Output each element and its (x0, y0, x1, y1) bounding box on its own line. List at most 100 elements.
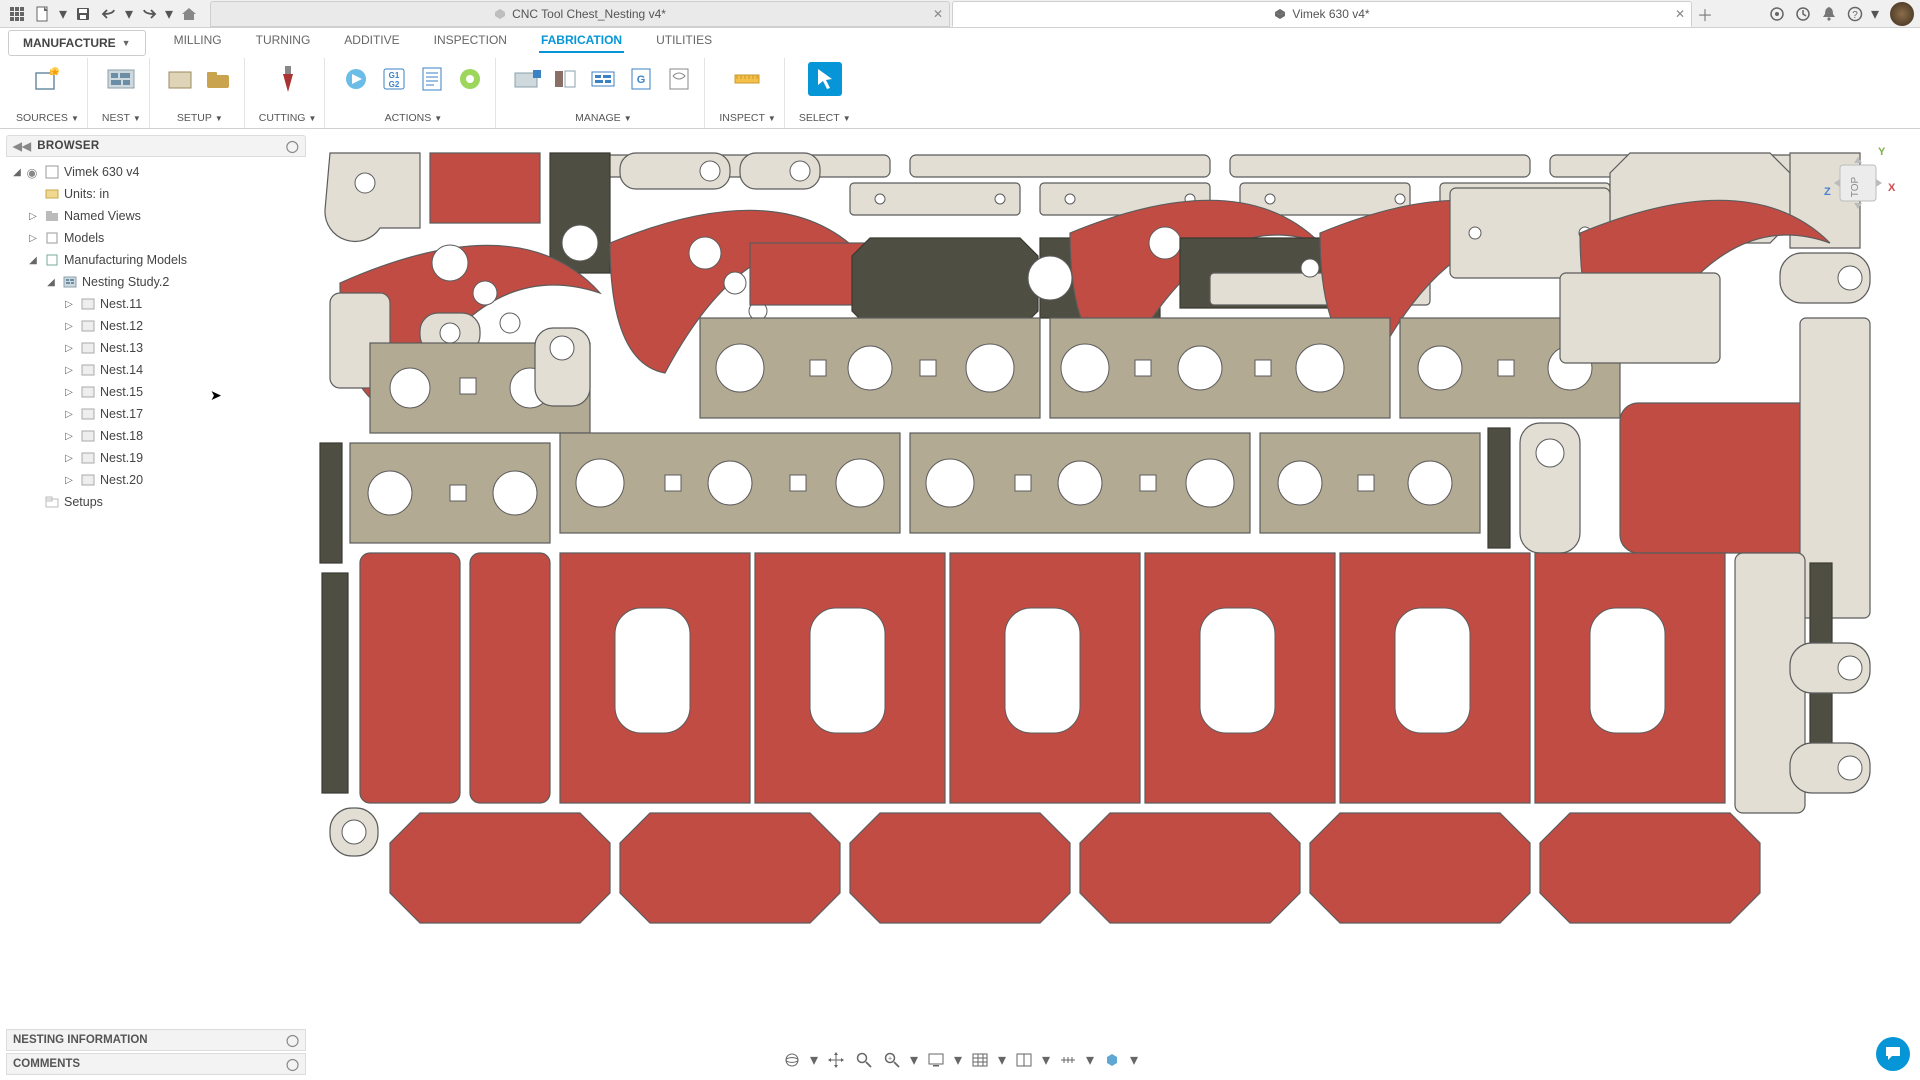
tab-turning[interactable]: TURNING (254, 29, 313, 53)
view-cube[interactable]: Y X Z TOP (1816, 143, 1896, 227)
twisty-icon[interactable]: ◢ (44, 277, 58, 288)
cutting-label[interactable]: CUTTING▼ (259, 112, 317, 128)
tab-fabrication[interactable]: FABRICATION (539, 29, 624, 53)
orbit-caret-icon[interactable]: ▾ (809, 1049, 819, 1071)
visibility-icon[interactable]: ◉ (24, 165, 40, 180)
manage-3-button[interactable] (586, 62, 620, 96)
comments-panel[interactable]: COMMENTS ◯ (6, 1053, 306, 1075)
tab-vimek[interactable]: Vimek 630 v4* ✕ (952, 1, 1692, 27)
tab-milling[interactable]: MILLING (172, 29, 224, 53)
tree-nest-item[interactable]: ▷Nest.20 (6, 469, 306, 491)
manage-label[interactable]: MANAGE▼ (575, 112, 631, 128)
grid-caret-icon[interactable]: ▾ (997, 1049, 1007, 1071)
workspace-switcher[interactable]: MANUFACTURE ▼ (8, 30, 146, 56)
select-label[interactable]: SELECT▼ (799, 112, 851, 128)
effects-icon[interactable] (1101, 1049, 1123, 1071)
undo-icon[interactable] (98, 3, 120, 25)
manage-1-button[interactable] (510, 62, 544, 96)
browser-header[interactable]: ◀◀ BROWSER ◯ (6, 135, 306, 157)
inspect-label[interactable]: INSPECT▼ (719, 112, 775, 128)
twisty-icon[interactable]: ▷ (62, 343, 76, 354)
tree-setups[interactable]: Setups (6, 491, 306, 513)
effects-caret-icon[interactable]: ▾ (1129, 1049, 1139, 1071)
twisty-icon[interactable]: ▷ (62, 453, 76, 464)
display-icon[interactable] (925, 1049, 947, 1071)
tab-inspection[interactable]: INSPECTION (432, 29, 509, 53)
tree-nest-item[interactable]: ▷Nest.15 (6, 381, 306, 403)
save-icon[interactable] (72, 3, 94, 25)
twisty-icon[interactable]: ◢ (26, 255, 40, 266)
redo-icon[interactable] (138, 3, 160, 25)
file-new-caret-icon[interactable]: ▾ (58, 3, 68, 25)
tree-manufacturing-models[interactable]: ◢ Manufacturing Models (6, 249, 306, 271)
twisty-icon[interactable]: ◢ (10, 167, 24, 178)
manage-2-button[interactable] (548, 62, 582, 96)
inspect-button[interactable] (731, 62, 765, 96)
tree-nest-item[interactable]: ▷Nest.17 (6, 403, 306, 425)
twisty-icon[interactable]: ▷ (62, 387, 76, 398)
close-icon[interactable]: ✕ (933, 7, 943, 21)
panel-settings-icon[interactable]: ◯ (286, 1033, 299, 1047)
tree-nesting-study[interactable]: ◢ Nesting Study.2 (6, 271, 306, 293)
display-caret-icon[interactable]: ▾ (953, 1049, 963, 1071)
panel-settings-icon[interactable]: ◯ (286, 139, 299, 153)
gcode-button[interactable]: G1G2 (377, 62, 411, 96)
manage-5-button[interactable] (662, 62, 696, 96)
snap-caret-icon[interactable]: ▾ (1085, 1049, 1095, 1071)
tab-utilities[interactable]: UTILITIES (654, 29, 714, 53)
clock-icon[interactable] (1792, 3, 1814, 25)
tree-nest-item[interactable]: ▷Nest.12 (6, 315, 306, 337)
twisty-icon[interactable]: ▷ (62, 431, 76, 442)
pan-icon[interactable] (825, 1049, 847, 1071)
panel-settings-icon[interactable]: ◯ (286, 1057, 299, 1071)
twisty-icon[interactable]: ▷ (62, 409, 76, 420)
orbit-icon[interactable] (781, 1049, 803, 1071)
sources-button[interactable] (30, 62, 64, 96)
viewport-caret-icon[interactable]: ▾ (1041, 1049, 1051, 1071)
help-caret-icon[interactable]: ▾ (1870, 3, 1880, 25)
user-avatar[interactable] (1890, 2, 1914, 26)
bell-icon[interactable] (1818, 3, 1840, 25)
generate-button[interactable] (339, 62, 373, 96)
manage-4-button[interactable]: G (624, 62, 658, 96)
setup-folder-button[interactable] (202, 62, 236, 96)
help-icon[interactable]: ? (1844, 3, 1866, 25)
clear-button[interactable] (453, 62, 487, 96)
tab-cnc-tool-chest[interactable]: CNC Tool Chest_Nesting v4* ✕ (210, 1, 950, 27)
nest-button[interactable] (104, 62, 138, 96)
collapse-left-icon[interactable]: ◀◀ (13, 139, 31, 153)
sources-label[interactable]: SOURCES▼ (16, 112, 79, 128)
twisty-icon[interactable]: ▷ (26, 233, 40, 244)
tree-nest-item[interactable]: ▷Nest.14 (6, 359, 306, 381)
feedback-button[interactable] (1876, 1037, 1910, 1071)
tree-models[interactable]: ▷ Models (6, 227, 306, 249)
select-button[interactable] (808, 62, 842, 96)
close-icon[interactable]: ✕ (1675, 7, 1685, 21)
redo-caret-icon[interactable]: ▾ (164, 3, 174, 25)
tree-nest-item[interactable]: ▷Nest.11 (6, 293, 306, 315)
undo-caret-icon[interactable]: ▾ (124, 3, 134, 25)
tree-nest-item[interactable]: ▷Nest.13 (6, 337, 306, 359)
snap-icon[interactable] (1057, 1049, 1079, 1071)
tree-nest-item[interactable]: ▷Nest.18 (6, 425, 306, 447)
setup-label[interactable]: SETUP▼ (177, 112, 223, 128)
twisty-icon[interactable]: ▷ (62, 299, 76, 310)
file-new-icon[interactable] (32, 3, 54, 25)
tree-named-views[interactable]: ▷ Named Views (6, 205, 306, 227)
viewport-icon[interactable] (1013, 1049, 1035, 1071)
setup-button[interactable] (164, 62, 198, 96)
add-tab-button[interactable]: ＋ (1694, 2, 1716, 26)
grid-icon[interactable] (6, 3, 28, 25)
actions-label[interactable]: ACTIONS▼ (385, 112, 443, 128)
sheet-button[interactable] (415, 62, 449, 96)
tree-nest-item[interactable]: ▷Nest.19 (6, 447, 306, 469)
zoom-icon[interactable] (853, 1049, 875, 1071)
nesting-info-panel[interactable]: NESTING INFORMATION ◯ (6, 1029, 306, 1051)
twisty-icon[interactable]: ▷ (62, 365, 76, 376)
twisty-icon[interactable]: ▷ (26, 211, 40, 222)
nest-label[interactable]: NEST▼ (102, 112, 141, 128)
cutting-button[interactable] (271, 62, 305, 96)
home-icon[interactable] (178, 3, 200, 25)
tab-additive[interactable]: ADDITIVE (342, 29, 401, 53)
zoom-window-icon[interactable]: + (881, 1049, 903, 1071)
